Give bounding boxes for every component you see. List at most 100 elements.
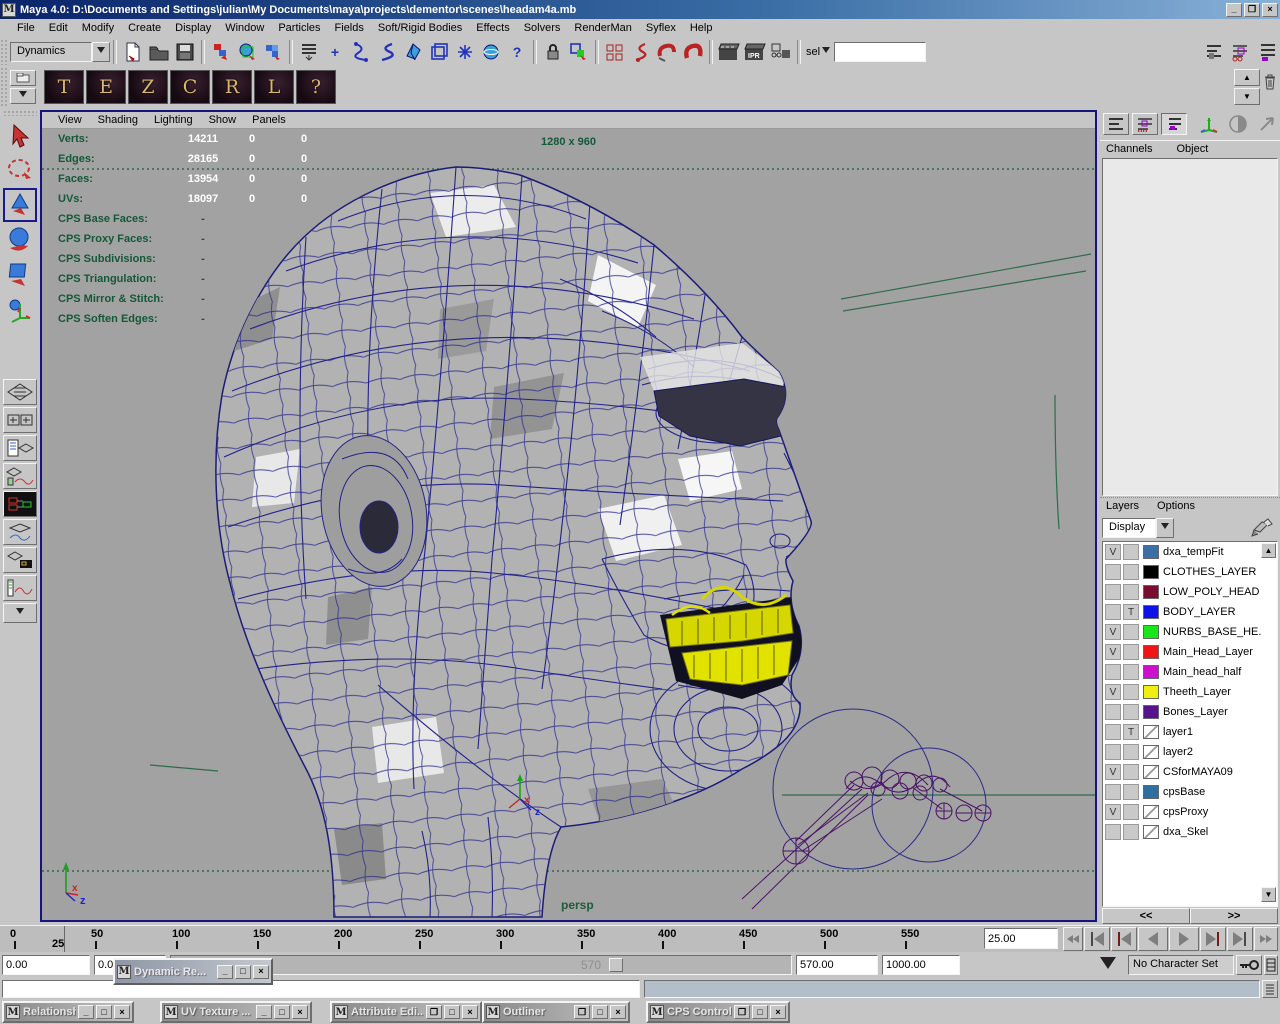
- channel-box-mode-icon[interactable]: [1161, 113, 1187, 135]
- layer-name[interactable]: CSforMAYA09: [1163, 766, 1233, 778]
- toolbox-grip[interactable]: [3, 110, 37, 116]
- layer-visible-toggle[interactable]: [1105, 564, 1121, 580]
- channel-list-icon[interactable]: [1103, 113, 1129, 135]
- shelf-item-T[interactable]: T: [44, 70, 84, 104]
- menu-file[interactable]: File: [10, 20, 42, 36]
- layer-name[interactable]: BODY_LAYER: [1163, 606, 1236, 618]
- viewport-canvas[interactable]: x z x z persp 1280 x 960 Verts:1421100 E…: [42, 129, 1095, 920]
- close-window-button[interactable]: ×: [1262, 3, 1278, 17]
- layer-row-layer2[interactable]: layer2: [1103, 742, 1277, 762]
- layer-type-toggle[interactable]: [1123, 704, 1139, 720]
- layer-name[interactable]: cpsProxy: [1163, 806, 1208, 818]
- layer-name[interactable]: NURBS_BASE_HE.: [1163, 626, 1261, 638]
- layer-color-swatch[interactable]: [1143, 565, 1159, 579]
- snap-modes-icon[interactable]: [297, 40, 321, 64]
- layer-color-swatch[interactable]: [1143, 705, 1159, 719]
- layer-row-dxa-skel[interactable]: dxa_Skel: [1103, 822, 1277, 842]
- ipr-render-icon[interactable]: IPR: [743, 40, 767, 64]
- layout-four-pane-button[interactable]: [3, 407, 37, 433]
- select-component-icon[interactable]: [261, 40, 285, 64]
- channel-sliders-icon[interactable]: [1132, 113, 1158, 135]
- minimized-relationship-editor[interactable]: M Relationshi... _□×: [2, 1001, 134, 1023]
- shelf-menu-button[interactable]: [10, 88, 36, 104]
- menu-effects[interactable]: Effects: [469, 20, 516, 36]
- layer-name[interactable]: CLOTHES_LAYER: [1163, 566, 1256, 578]
- layer-type-toggle[interactable]: [1123, 644, 1139, 660]
- layer-type-toggle[interactable]: [1123, 624, 1139, 640]
- layer-name[interactable]: layer2: [1163, 746, 1193, 758]
- select-tool[interactable]: [3, 118, 37, 152]
- layer-mode-dropdown-arrow[interactable]: [1156, 518, 1174, 538]
- layer-row-cpsbase[interactable]: cpsBase: [1103, 782, 1277, 802]
- layer-visible-toggle[interactable]: [1105, 784, 1121, 800]
- maximize-icon[interactable]: □: [235, 965, 251, 979]
- show-manipulator-tool[interactable]: [3, 293, 37, 327]
- layer-color-swatch[interactable]: [1143, 665, 1159, 679]
- layer-name[interactable]: layer1: [1163, 726, 1193, 738]
- minimized-attribute-editor[interactable]: M Attribute Edi... ❐□×: [330, 1001, 482, 1023]
- snap-grid-icon[interactable]: +: [323, 40, 347, 64]
- layer-scroll-up-button[interactable]: ▲: [1261, 543, 1276, 558]
- layout-graph-persp-button[interactable]: [3, 463, 37, 489]
- auto-keyframe-icon[interactable]: [1236, 955, 1262, 975]
- close-icon[interactable]: ×: [770, 1005, 786, 1019]
- layer-color-swatch[interactable]: [1143, 625, 1159, 639]
- layer-visible-toggle[interactable]: [1105, 604, 1121, 620]
- snap-projected-icon[interactable]: [401, 40, 425, 64]
- layout-persp-outliner-graph-button[interactable]: [3, 575, 37, 601]
- play-backwards-button[interactable]: [1138, 927, 1168, 951]
- layer-type-toggle[interactable]: [1123, 744, 1139, 760]
- select-object-icon[interactable]: [235, 40, 259, 64]
- layer-color-swatch[interactable]: [1143, 765, 1159, 779]
- layer-type-toggle[interactable]: [1123, 564, 1139, 580]
- animation-preferences-icon[interactable]: [1264, 955, 1278, 975]
- maximize-icon[interactable]: □: [274, 1005, 290, 1019]
- curve-snap-icon[interactable]: [629, 40, 653, 64]
- last-tool-slot[interactable]: [3, 328, 37, 362]
- menu-soft-rigid-bodies[interactable]: Soft/Rigid Bodies: [371, 20, 469, 36]
- layer-page-prev-button[interactable]: <<: [1102, 908, 1190, 924]
- layer-type-toggle[interactable]: T: [1123, 724, 1139, 740]
- trash-icon[interactable]: [1263, 73, 1277, 94]
- menu-modify[interactable]: Modify: [75, 20, 121, 36]
- highlight-selection-icon[interactable]: [567, 40, 591, 64]
- menu-set-selector[interactable]: Dynamics: [10, 42, 110, 62]
- close-icon[interactable]: ×: [114, 1005, 130, 1019]
- menu-create[interactable]: Create: [121, 20, 168, 36]
- layer-color-swatch[interactable]: [1143, 545, 1159, 559]
- layer-name[interactable]: dxa_tempFit: [1163, 546, 1224, 558]
- restore-window-button[interactable]: ❐: [1244, 3, 1260, 17]
- layer-visible-toggle[interactable]: V: [1105, 804, 1121, 820]
- floating-dynamic-relationships-window[interactable]: M Dynamic Re... _ □ ×: [113, 958, 273, 985]
- shelf-grip[interactable]: [0, 67, 8, 108]
- layer-visible-toggle[interactable]: V: [1105, 544, 1121, 560]
- layer-row-main-head-half[interactable]: Main_head_half: [1103, 662, 1277, 682]
- go-to-end-button[interactable]: [1254, 927, 1278, 951]
- layer-row-theeth[interactable]: VTheeth_Layer: [1103, 682, 1277, 702]
- layer-color-swatch[interactable]: [1143, 745, 1159, 759]
- layer-type-toggle[interactable]: [1123, 584, 1139, 600]
- layer-row-csformaya09[interactable]: VCSforMAYA09: [1103, 762, 1277, 782]
- layer-name[interactable]: Bones_Layer: [1163, 706, 1228, 718]
- layer-row-nurbs-base[interactable]: VNURBS_BASE_HE.: [1103, 622, 1277, 642]
- layer-type-toggle[interactable]: T: [1123, 604, 1139, 620]
- snap-curve-icon[interactable]: [349, 40, 373, 64]
- lock-selection-icon[interactable]: [541, 40, 565, 64]
- quick-select-input[interactable]: [834, 42, 926, 62]
- layer-name[interactable]: LOW_POLY_HEAD: [1163, 586, 1259, 598]
- snap-point-icon[interactable]: [375, 40, 399, 64]
- make-live-icon[interactable]: [453, 40, 477, 64]
- playback-end-field[interactable]: [796, 955, 878, 975]
- shelf-scroll-down-button[interactable]: ▼: [1234, 88, 1260, 105]
- panel-menu-view[interactable]: View: [50, 113, 90, 127]
- rotate-tool[interactable]: [3, 223, 37, 257]
- minimized-uv-texture-editor[interactable]: M UV Texture ... _□×: [160, 1001, 312, 1023]
- maximize-icon[interactable]: □: [752, 1005, 768, 1019]
- show-tool-settings-icon[interactable]: [1229, 40, 1253, 64]
- layer-name[interactable]: dxa_Skel: [1163, 826, 1208, 838]
- menu-syflex[interactable]: Syflex: [639, 20, 683, 36]
- restore-icon[interactable]: ❐: [574, 1005, 590, 1019]
- menu-edit[interactable]: Edit: [42, 20, 75, 36]
- minimize-window-button[interactable]: _: [1226, 3, 1242, 17]
- select-hierarchy-icon[interactable]: [209, 40, 233, 64]
